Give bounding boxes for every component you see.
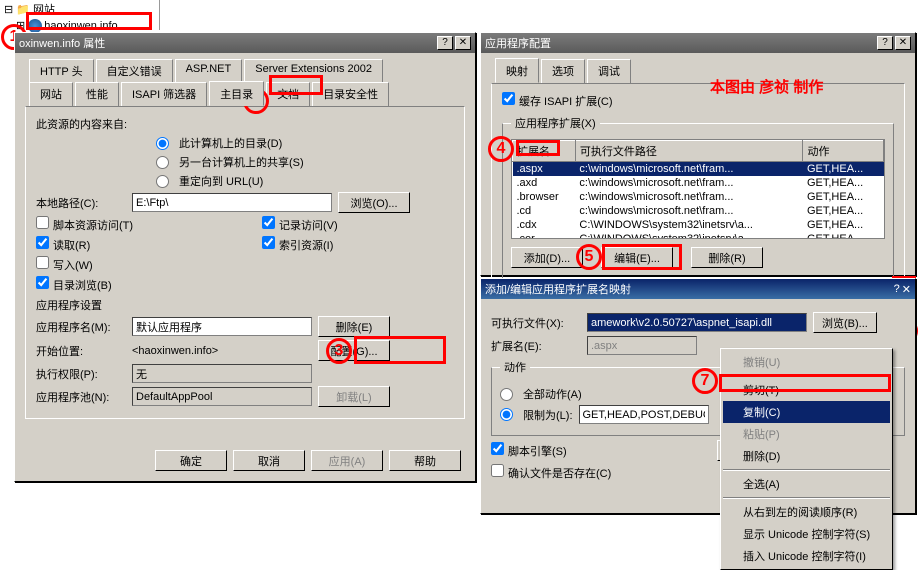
menu-selall[interactable]: 全选(A) [723, 473, 890, 495]
browse-button[interactable]: 浏览(B)... [813, 312, 877, 333]
apply-button[interactable]: 应用(A) [311, 450, 383, 471]
cb-script[interactable] [36, 216, 49, 229]
marker-7: 7 [692, 368, 718, 394]
tab-custom[interactable]: 自定义错误 [96, 59, 173, 82]
app-pool[interactable] [132, 387, 312, 406]
tab-http[interactable]: HTTP 头 [29, 59, 94, 82]
cb-engine[interactable] [491, 442, 504, 455]
menu-paste[interactable]: 粘贴(P) [723, 423, 890, 445]
tab-asp[interactable]: ASP.NET [175, 59, 243, 82]
marker-5: 5 [576, 244, 602, 270]
tab-map[interactable]: 映射 [495, 58, 539, 83]
tab-site[interactable]: 网站 [29, 82, 73, 106]
cb-browse[interactable] [36, 276, 49, 289]
radio-all[interactable] [500, 388, 513, 401]
app-ext-label: 应用程序扩展(X) [511, 115, 600, 131]
exec-perm[interactable] [132, 364, 312, 383]
cancel-button[interactable]: 取消 [233, 450, 305, 471]
properties-dialog: oxinwen.info 属性 ?✕ HTTP 头 自定义错误 ASP.NET … [14, 32, 476, 482]
menu-undo[interactable]: 撤销(U) [723, 351, 890, 373]
marker-4: 4 [488, 136, 514, 162]
app-name-input[interactable] [132, 317, 312, 336]
tab-perf[interactable]: 性能 [75, 82, 119, 106]
tab-opt[interactable]: 选项 [541, 59, 585, 83]
menu-delete[interactable]: 删除(D) [723, 445, 890, 467]
help-icon[interactable]: ? [877, 36, 893, 50]
verbs-label: 动作 [500, 359, 530, 375]
tab-dbg[interactable]: 调试 [587, 59, 631, 83]
radio-share[interactable] [156, 156, 169, 169]
app-settings-label: 应用程序设置 [36, 297, 454, 313]
menu-uins[interactable]: 插入 Unicode 控制字符(I) [723, 545, 890, 567]
tab-home[interactable]: 主目录 [209, 81, 264, 106]
table-row: .cdc:\windows\microsoft.net\fram...GET,H… [513, 204, 884, 218]
radio-limit[interactable] [500, 408, 513, 421]
radio-redirect[interactable] [156, 175, 169, 188]
cb-cache[interactable] [502, 92, 515, 105]
delete-button[interactable]: 删除(R) [691, 247, 763, 268]
help-icon[interactable]: ? [894, 283, 900, 296]
cb-read[interactable] [36, 236, 49, 249]
ext-label: 扩展名(E): [491, 338, 581, 354]
cfg-title: 应用程序配置 [485, 35, 551, 51]
unload-button[interactable]: 卸载(L) [318, 386, 390, 407]
cb-check[interactable] [491, 464, 504, 477]
table-row: .cdxC:\WINDOWS\system32\inetsrv\a...GET,… [513, 218, 884, 232]
close-icon[interactable]: ✕ [455, 36, 471, 50]
local-path-label: 本地路径(C): [36, 195, 126, 211]
exe-label: 可执行文件(X): [491, 315, 581, 331]
ext-input[interactable] [587, 336, 697, 355]
add-button[interactable]: 添加(D)... [511, 247, 583, 268]
table-row: .cerC:\WINDOWS\system32\inetsrv\a...GET,… [513, 232, 884, 239]
ext-table[interactable]: 扩展名可执行文件路径动作 .aspxc:\windows\microsoft.n… [511, 139, 885, 239]
table-row: .aspxc:\windows\microsoft.net\fram...GET… [513, 162, 884, 177]
remove-button[interactable]: 删除(E) [318, 316, 390, 337]
help-icon[interactable]: ? [437, 36, 453, 50]
tab-isapi[interactable]: ISAPI 筛选器 [121, 82, 207, 106]
close-icon[interactable]: ✕ [902, 283, 911, 296]
dlg-title: 添加/编辑应用程序扩展名映射 [485, 281, 631, 297]
local-path-input[interactable] [132, 193, 332, 212]
src-from-label: 此资源的内容来自: [36, 116, 127, 132]
cb-index[interactable] [262, 236, 275, 249]
prop-title: oxinwen.info 属性 [19, 35, 105, 51]
table-row: .axdc:\windows\microsoft.net\fram...GET,… [513, 176, 884, 190]
cb-write[interactable] [36, 256, 49, 269]
radio-local[interactable] [156, 137, 169, 150]
browse-button[interactable]: 浏览(O)... [338, 192, 410, 213]
menu-copy[interactable]: 复制(C) [723, 401, 890, 423]
help-button[interactable]: 帮助 [389, 450, 461, 471]
table-row: .browserc:\windows\microsoft.net\fram...… [513, 190, 884, 204]
start-location: <haoxinwen.info> [132, 345, 312, 357]
menu-rtl[interactable]: 从右到左的阅读顺序(R) [723, 501, 890, 523]
tab-sec[interactable]: 目录安全性 [312, 82, 389, 106]
credit-text: 本图由 彦祯 制作 [710, 76, 823, 97]
exe-input[interactable] [587, 313, 807, 332]
menu-uctl[interactable]: 显示 Unicode 控制字符(S) [723, 523, 890, 545]
close-icon[interactable]: ✕ [895, 36, 911, 50]
ok-button[interactable]: 确定 [155, 450, 227, 471]
marker-3: 3 [326, 338, 352, 364]
limit-input[interactable] [579, 405, 709, 424]
cb-log[interactable] [262, 216, 275, 229]
